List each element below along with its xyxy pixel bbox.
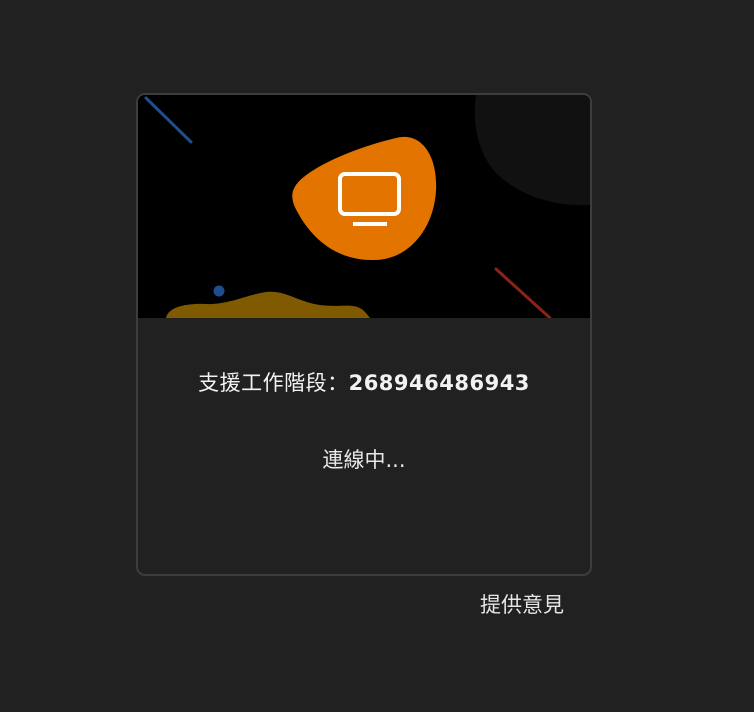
golden-wave-shape (166, 291, 370, 318)
dark-corner-shape (474, 95, 590, 206)
banner-illustration (138, 95, 590, 318)
support-session-card: 支援工作階段：268946486943 連線中... (136, 93, 592, 576)
session-id-label: 支援工作階段： (198, 371, 349, 395)
session-id-text: 支援工作階段：268946486943 (138, 367, 590, 397)
orange-blob-shape (292, 136, 437, 261)
connection-status-text: 連線中... (322, 448, 406, 472)
red-diagonal-line (494, 267, 552, 318)
feedback-link[interactable]: 提供意見 (480, 589, 564, 619)
session-id-number: 268946486943 (348, 371, 530, 395)
banner-graphic (144, 95, 590, 318)
blue-diagonal-line (144, 96, 193, 144)
blue-dot (213, 285, 225, 297)
